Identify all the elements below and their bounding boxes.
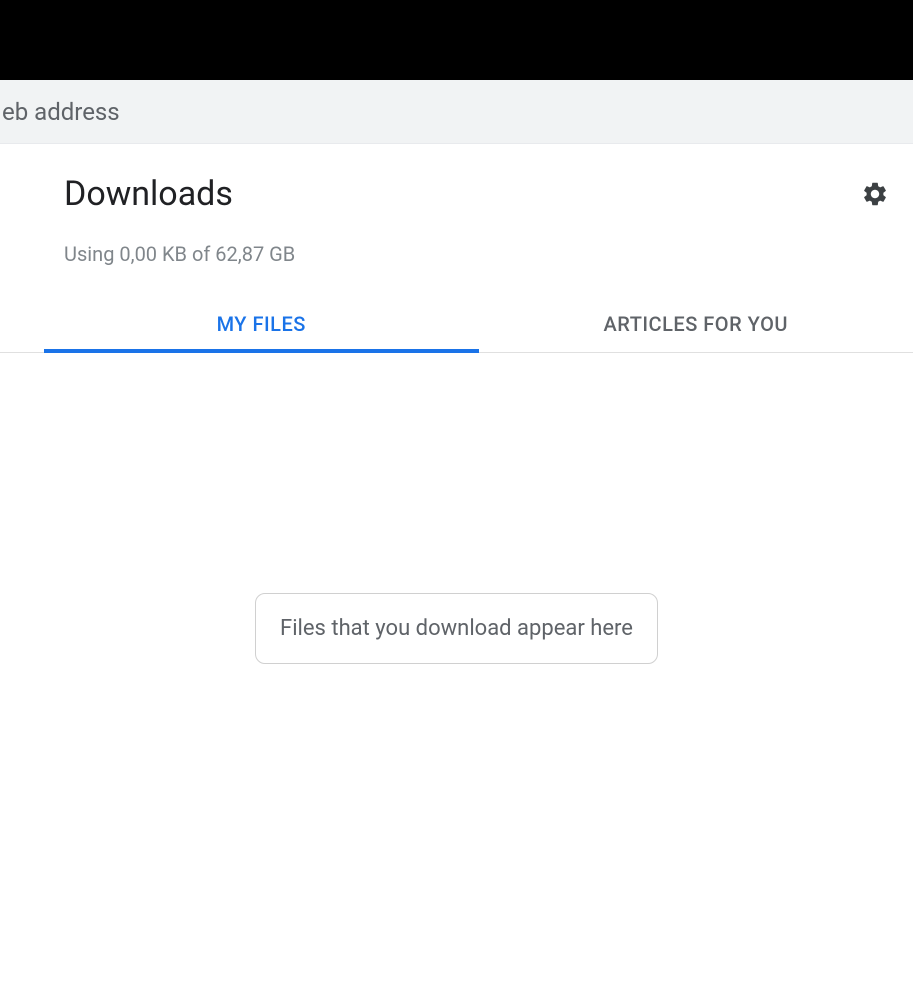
tab-articles-for-you[interactable]: ARTICLES FOR YOU	[479, 298, 913, 352]
empty-state: Files that you download appear here	[0, 593, 913, 664]
storage-usage: Using 0,00 KB of 62,87 GB	[0, 214, 913, 266]
address-bar[interactable]: eb address	[0, 80, 913, 144]
status-bar	[0, 0, 913, 80]
tab-label: ARTICLES FOR YOU	[604, 312, 788, 336]
tabs: MY FILES ARTICLES FOR YOU	[0, 298, 913, 353]
gear-icon[interactable]	[861, 180, 889, 208]
tab-label: MY FILES	[217, 312, 306, 336]
header-row: Downloads	[0, 174, 913, 214]
downloads-content: Downloads Using 0,00 KB of 62,87 GB MY F…	[0, 144, 913, 664]
tab-my-files[interactable]: MY FILES	[44, 298, 479, 352]
page-title: Downloads	[64, 174, 233, 214]
empty-message: Files that you download appear here	[255, 593, 658, 664]
address-bar-text: eb address	[2, 98, 120, 126]
